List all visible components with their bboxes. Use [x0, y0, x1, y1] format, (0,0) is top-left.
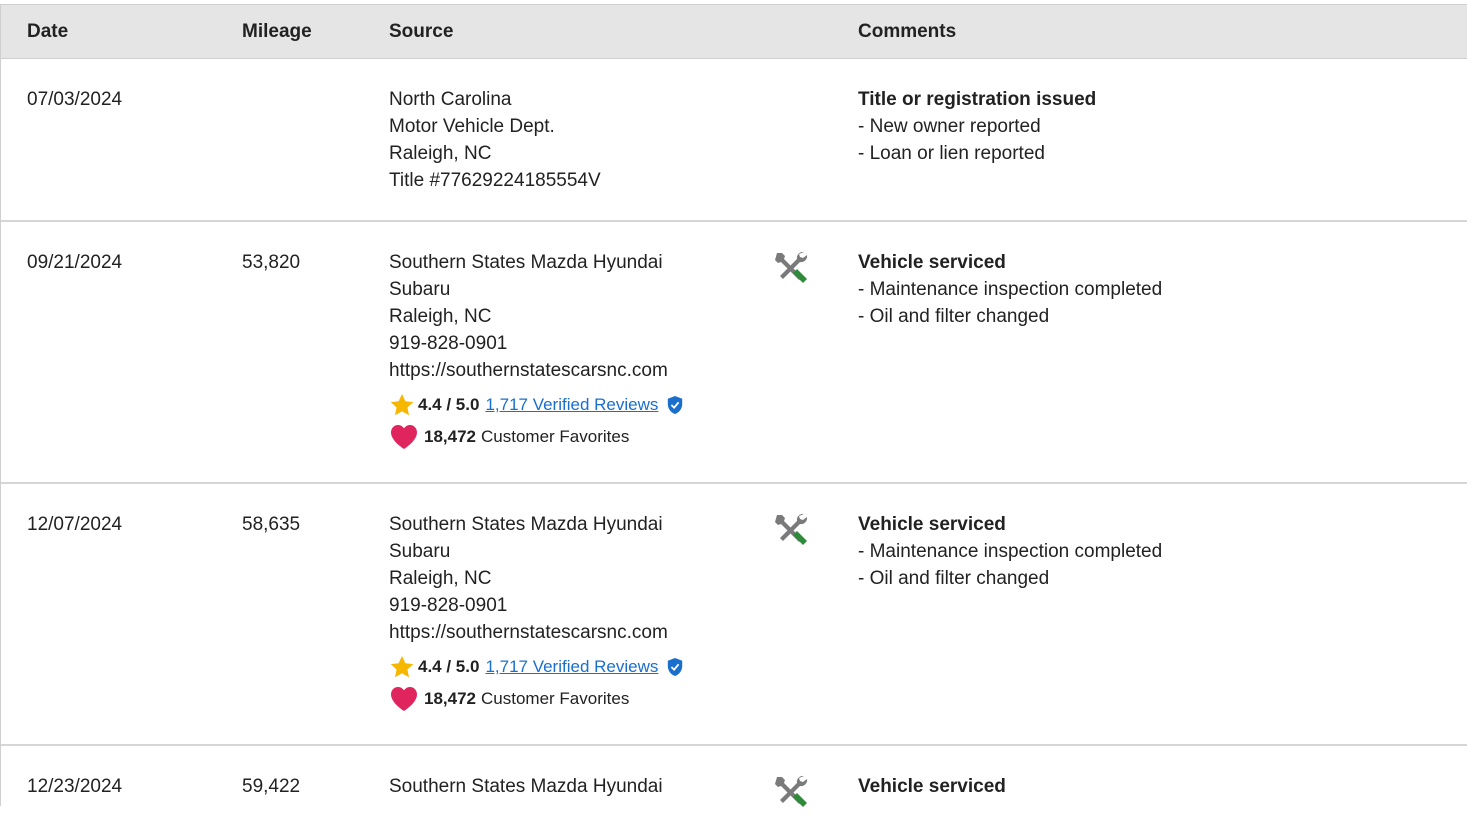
- table-row: 12/23/2024 59,422 Southern States Mazda …: [1, 746, 1467, 807]
- favorites-label: Customer Favorites: [481, 426, 630, 446]
- table-row: 07/03/2024 North Carolina Motor Vehicle …: [1, 59, 1467, 222]
- verified-reviews-link[interactable]: 1,717 Verified Reviews: [485, 655, 658, 679]
- header-date: Date: [27, 21, 69, 42]
- comment-title: Vehicle serviced: [858, 514, 1006, 535]
- row-date: 09/21/2024: [27, 252, 123, 273]
- rating-score: 4.4 / 5.0: [418, 657, 480, 676]
- source-line: Subaru: [389, 279, 451, 300]
- comment-item: - Oil and filter changed: [858, 568, 1050, 589]
- row-comments: Vehicle serviced - Maintenance inspectio…: [858, 511, 1162, 592]
- row-comments: Title or registration issued - New owner…: [858, 86, 1096, 167]
- row-comments: Vehicle serviced: [858, 773, 1006, 800]
- comment-item: - Oil and filter changed: [858, 306, 1050, 327]
- comment-item: - New owner reported: [858, 116, 1041, 137]
- comment-title: Title or registration issued: [858, 89, 1097, 110]
- row-date: 12/23/2024: [27, 776, 123, 797]
- comment-title: Vehicle serviced: [858, 252, 1006, 273]
- source-line: Subaru: [389, 541, 451, 562]
- favorites-label: Customer Favorites: [481, 688, 630, 708]
- source-website: https://southernstatescarsnc.com: [389, 360, 668, 381]
- source-line: Raleigh, NC: [389, 568, 492, 589]
- service-icon-cell: [771, 248, 811, 288]
- source-line: Raleigh, NC: [389, 143, 492, 164]
- source-line: Southern States Mazda Hyundai: [389, 514, 663, 535]
- service-icon-cell: [771, 510, 811, 550]
- star-icon: [390, 655, 414, 678]
- source-line: 919-828-0901: [389, 333, 508, 354]
- customer-favorites: 18,472 Customer Favorites: [389, 685, 684, 712]
- source-line: Southern States Mazda Hyundai: [389, 776, 663, 797]
- table-row: 12/07/2024 58,635 Southern States Mazda …: [1, 484, 1467, 746]
- source-line: Motor Vehicle Dept.: [389, 116, 555, 137]
- wrench-screwdriver-icon: [775, 251, 808, 283]
- heart-icon: [391, 425, 417, 449]
- dealer-rating: 4.4 / 5.0 1,717 Verified Reviews: [389, 654, 684, 680]
- header-mileage: Mileage: [242, 21, 312, 42]
- row-source: Southern States Mazda Hyundai Subaru Ral…: [389, 249, 684, 450]
- source-website: https://southernstatescarsnc.com: [389, 622, 668, 643]
- comment-item: - Maintenance inspection completed: [858, 541, 1163, 562]
- row-source: Southern States Mazda Hyundai Subaru Ral…: [389, 511, 684, 712]
- comment-item: - Maintenance inspection completed: [858, 279, 1163, 300]
- customer-favorites: 18,472 Customer Favorites: [389, 423, 684, 450]
- heart-icon: [391, 687, 417, 711]
- row-comments: Vehicle serviced - Maintenance inspectio…: [858, 249, 1162, 330]
- comment-item: - Loan or lien reported: [858, 143, 1045, 164]
- row-date: 12/07/2024: [27, 514, 123, 535]
- dealer-rating: 4.4 / 5.0 1,717 Verified Reviews: [389, 392, 684, 418]
- row-mileage: 59,422: [242, 776, 301, 797]
- source-line: North Carolina: [389, 89, 512, 110]
- row-mileage: 58,635: [242, 514, 301, 535]
- header-source: Source: [389, 21, 454, 42]
- row-date: 07/03/2024: [27, 89, 123, 110]
- verified-shield-icon: [668, 658, 683, 676]
- favorites-count: 18,472: [424, 426, 476, 446]
- source-line: Raleigh, NC: [389, 306, 492, 327]
- verified-shield-icon: [668, 396, 683, 414]
- verified-reviews-link[interactable]: 1,717 Verified Reviews: [485, 393, 658, 417]
- wrench-screwdriver-icon: [775, 775, 808, 807]
- table-row: 09/21/2024 53,820 Southern States Mazda …: [1, 222, 1467, 484]
- source-line: Southern States Mazda Hyundai: [389, 252, 663, 273]
- comment-title: Vehicle serviced: [858, 776, 1006, 797]
- header-comments: Comments: [858, 21, 957, 42]
- row-source: North Carolina Motor Vehicle Dept. Ralei…: [389, 86, 601, 194]
- row-source: Southern States Mazda Hyundai: [389, 773, 663, 800]
- star-icon: [390, 393, 414, 416]
- rating-score: 4.4 / 5.0: [418, 395, 480, 414]
- source-line: Title #77629224185554V: [389, 170, 601, 191]
- favorites-count: 18,472: [424, 688, 476, 708]
- wrench-screwdriver-icon: [775, 513, 808, 545]
- source-line: 919-828-0901: [389, 595, 508, 616]
- row-mileage: 53,820: [242, 252, 301, 273]
- service-icon-cell: [771, 772, 811, 812]
- vehicle-history-table: Date Mileage Source Comments 07/03/2024 …: [0, 4, 1467, 807]
- table-header: Date Mileage Source Comments: [1, 5, 1467, 59]
